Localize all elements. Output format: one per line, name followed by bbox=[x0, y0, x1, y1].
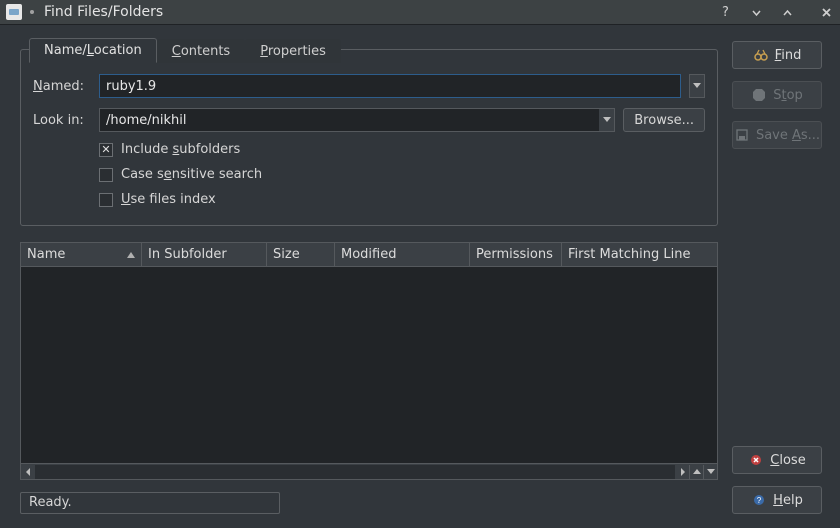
maximize-button[interactable] bbox=[780, 5, 795, 20]
find-button[interactable]: Find bbox=[732, 41, 822, 69]
search-criteria-group: Name/Location Contents Properties Named:… bbox=[20, 49, 718, 226]
button-label: Close bbox=[770, 453, 805, 468]
checkbox-label: Case sensitive search bbox=[121, 167, 262, 182]
minimize-button[interactable] bbox=[749, 5, 764, 20]
include-subfolders-checkbox[interactable]: ✕ bbox=[99, 143, 113, 157]
scroll-right-icon[interactable] bbox=[675, 465, 689, 479]
app-icon bbox=[6, 4, 22, 20]
scroll-left-icon[interactable] bbox=[21, 465, 35, 479]
results-table: Name In Subfolder Size Modified Permissi… bbox=[20, 242, 718, 480]
case-sensitive-checkbox[interactable] bbox=[99, 168, 113, 182]
help-button[interactable]: ? Help bbox=[732, 486, 822, 514]
results-body[interactable] bbox=[20, 267, 718, 464]
tab-name-location[interactable]: Name/Location bbox=[29, 38, 157, 63]
button-label: Find bbox=[775, 48, 802, 63]
titlebar: Find Files/Folders ? bbox=[0, 0, 840, 25]
column-header-name[interactable]: Name bbox=[20, 242, 142, 267]
button-label: Browse... bbox=[634, 113, 694, 128]
modified-indicator bbox=[30, 10, 34, 14]
stop-button[interactable]: Stop bbox=[732, 81, 822, 109]
checkbox-label: Use files index bbox=[121, 192, 216, 207]
button-label: Stop bbox=[773, 88, 803, 103]
window-title: Find Files/Folders bbox=[44, 4, 163, 20]
binoculars-icon bbox=[753, 47, 769, 63]
scroll-track[interactable] bbox=[35, 465, 675, 479]
close-button[interactable]: Close bbox=[732, 446, 822, 474]
column-header-firstmatch[interactable]: First Matching Line bbox=[562, 242, 718, 267]
close-window-button[interactable] bbox=[819, 5, 834, 20]
close-icon bbox=[748, 452, 764, 468]
scroll-next-result[interactable] bbox=[703, 465, 717, 479]
lookin-label: Look in: bbox=[33, 113, 91, 128]
status-bar: Ready. bbox=[20, 492, 280, 514]
button-label: Help bbox=[773, 493, 803, 508]
button-label: Save As... bbox=[756, 128, 820, 143]
tab-label: Contents bbox=[172, 44, 230, 59]
named-history-dropdown[interactable] bbox=[689, 74, 705, 98]
column-header-permissions[interactable]: Permissions bbox=[470, 242, 562, 267]
browse-button[interactable]: Browse... bbox=[623, 108, 705, 132]
tabstrip: Name/Location Contents Properties bbox=[29, 38, 341, 63]
help-icon: ? bbox=[751, 492, 767, 508]
named-input[interactable] bbox=[99, 74, 681, 98]
checkbox-label: Include subfolders bbox=[121, 142, 240, 157]
tab-label: Properties bbox=[260, 44, 326, 59]
lookin-dropdown[interactable] bbox=[599, 108, 615, 132]
named-label: Named: bbox=[33, 79, 91, 94]
column-header-subfolder[interactable]: In Subfolder bbox=[142, 242, 267, 267]
help-titlebar-button[interactable]: ? bbox=[718, 5, 733, 20]
save-as-button[interactable]: Save As... bbox=[732, 121, 822, 149]
tab-properties[interactable]: Properties bbox=[245, 39, 341, 63]
svg-text:?: ? bbox=[757, 496, 762, 505]
column-header-modified[interactable]: Modified bbox=[335, 242, 470, 267]
save-icon bbox=[734, 127, 750, 143]
scroll-prev-result[interactable] bbox=[689, 465, 703, 479]
tab-contents[interactable]: Contents bbox=[157, 39, 245, 63]
tab-label: Name/Location bbox=[44, 43, 142, 58]
lookin-input[interactable] bbox=[99, 108, 599, 132]
horizontal-scrollbar[interactable] bbox=[20, 464, 718, 480]
stop-icon bbox=[751, 87, 767, 103]
use-index-checkbox[interactable] bbox=[99, 193, 113, 207]
column-header-size[interactable]: Size bbox=[267, 242, 335, 267]
